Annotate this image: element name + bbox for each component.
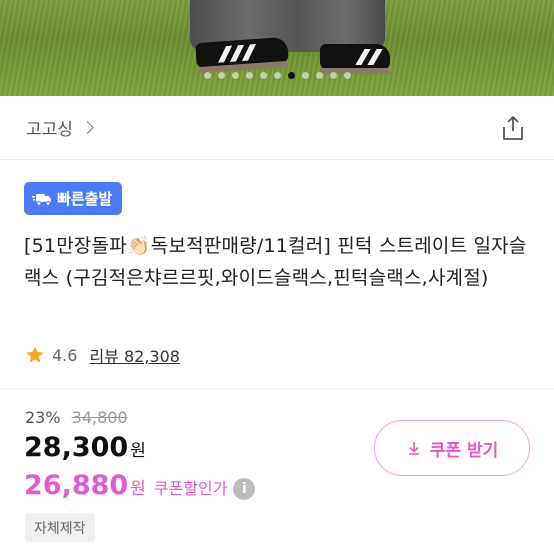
get-coupon-button[interactable]: 쿠폰 받기 [374, 420, 530, 476]
gallery-dot[interactable] [245, 72, 253, 79]
get-coupon-label: 쿠폰 받기 [429, 440, 499, 461]
gallery-pagination-dots[interactable] [0, 72, 554, 79]
download-icon [408, 442, 419, 455]
fast-shipping-label: 빠른출발 [57, 190, 113, 208]
coupon-price-row: 26,880 원 쿠폰할인가 i [24, 470, 256, 501]
gallery-dot[interactable] [217, 72, 225, 79]
gallery-dot[interactable] [315, 72, 323, 79]
product-image-shoe-right [320, 44, 390, 74]
shop-row[interactable]: 고고싱 [0, 96, 554, 160]
gallery-dot[interactable] [329, 72, 337, 79]
gallery-dot[interactable] [301, 72, 309, 79]
product-image-shoe-left [195, 36, 290, 74]
fast-shipping-badge: 빠른출발 [24, 182, 123, 215]
clapping-hands-emoji: 👏🏻 [126, 235, 151, 257]
gallery-dot[interactable] [259, 72, 267, 79]
coupon-price-label: 쿠폰할인가 [153, 479, 228, 498]
gallery-dot[interactable] [231, 72, 239, 79]
gallery-dot[interactable] [287, 72, 295, 79]
original-price-row: 23% 34,800 [25, 408, 128, 427]
sale-price-currency: 원 [130, 441, 146, 461]
product-title-part1: [51만장돌파 [24, 235, 127, 257]
info-icon[interactable]: i [233, 477, 256, 500]
rating-row: 4.6 리뷰 82,308 [25, 343, 180, 367]
rating-score: 4.6 [52, 345, 78, 365]
truck-icon [32, 193, 51, 206]
original-price: 34,800 [71, 408, 128, 427]
coupon-price-currency: 원 [130, 479, 146, 499]
gallery-dot[interactable] [203, 72, 211, 79]
sale-price-row: 28,300 원 [24, 432, 146, 463]
discount-rate: 23% [25, 408, 61, 427]
sale-price: 28,300 [24, 432, 129, 463]
gallery-dot[interactable] [343, 72, 351, 79]
divider [0, 388, 554, 389]
coupon-price: 26,880 [24, 470, 129, 501]
review-count-link[interactable]: 리뷰 82,308 [89, 343, 180, 367]
product-title: [51만장돌파👏🏻독보적판매량/11컬러] 핀턱 스트레이트 일자슬랙스 (구김… [24, 230, 534, 294]
share-icon[interactable] [500, 114, 526, 142]
star-icon [26, 346, 44, 363]
shop-name[interactable]: 고고싱 [26, 115, 73, 140]
gallery-dot[interactable] [273, 72, 281, 79]
chevron-right-icon [81, 121, 94, 134]
product-image-gallery[interactable] [0, 0, 554, 96]
self-made-tag: 자체제작 [25, 513, 95, 542]
